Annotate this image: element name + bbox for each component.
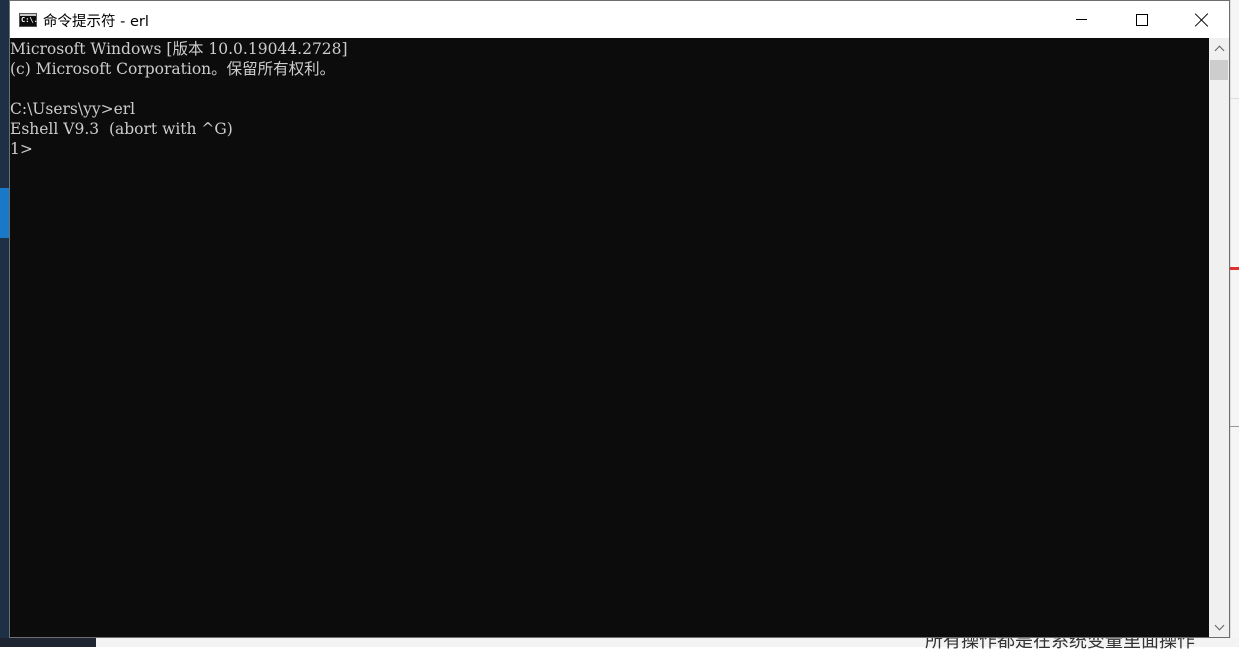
console-line: Eshell V9.3 (abort with ^G) bbox=[10, 120, 233, 138]
background-left-panel bbox=[0, 0, 9, 647]
background-divider bbox=[1230, 426, 1239, 427]
close-icon bbox=[1195, 13, 1209, 27]
scroll-down-button[interactable] bbox=[1209, 617, 1229, 637]
scrollbar-thumb[interactable] bbox=[1210, 60, 1228, 80]
minimize-button[interactable] bbox=[1052, 1, 1111, 38]
console-window[interactable]: C:\. 命令提示符 - erl Microsoft Windows [版本 1… bbox=[9, 0, 1230, 638]
background-divider bbox=[1230, 98, 1239, 99]
background-taskbar-fragment bbox=[0, 638, 96, 647]
maximize-button[interactable] bbox=[1112, 1, 1171, 38]
console-line: C:\Users\yy>erl bbox=[10, 100, 136, 118]
scroll-up-button[interactable] bbox=[1209, 38, 1229, 58]
minimize-icon bbox=[1076, 19, 1087, 20]
window-title: 命令提示符 - erl bbox=[43, 14, 149, 30]
chevron-down-icon bbox=[1214, 620, 1224, 630]
background-red-marker bbox=[1230, 267, 1239, 270]
title-bar[interactable]: C:\. 命令提示符 - erl bbox=[10, 1, 1229, 38]
maximize-icon bbox=[1135, 13, 1148, 26]
close-button[interactable] bbox=[1172, 1, 1231, 38]
console-line: Microsoft Windows [版本 10.0.19044.2728] bbox=[10, 40, 348, 58]
console-output[interactable]: Microsoft Windows [版本 10.0.19044.2728] (… bbox=[10, 38, 1209, 637]
console-prompt[interactable]: 1> bbox=[10, 139, 33, 159]
cmd-icon: C:\. bbox=[19, 13, 38, 27]
chevron-up-icon bbox=[1214, 45, 1224, 55]
vertical-scrollbar[interactable] bbox=[1209, 38, 1229, 637]
console-line: (c) Microsoft Corporation。保留所有权利。 bbox=[10, 60, 336, 78]
background-accent-bar bbox=[0, 188, 9, 238]
